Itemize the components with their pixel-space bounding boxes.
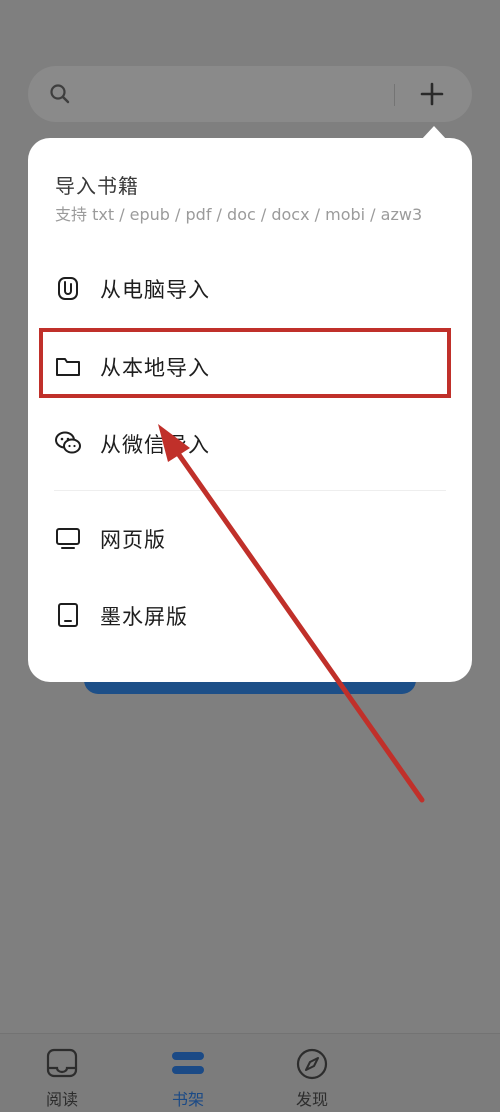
reader-icon [46,1048,78,1078]
nav-item-label: 阅读 [45,1090,78,1109]
monitor-icon [56,528,80,549]
import-popup-menu: 导入书籍 支持 txt / epub / pdf / doc / docx / … [28,138,472,682]
nav-item-discover[interactable]: 发现 [262,1034,362,1112]
tablet-icon [58,603,78,627]
popup-title: 导入书籍 [55,174,139,198]
bottom-navigation: 阅读 书架 发现 [0,1033,500,1112]
nav-item-bookshelf[interactable]: 书架 [138,1034,238,1112]
compass-icon [296,1048,328,1080]
menu-item-label: 墨水屏版 [100,605,188,629]
menu-item-label: 网页版 [100,528,166,552]
search-divider [394,84,395,106]
menu-item-import-from-computer[interactable]: 从电脑导入 [28,258,472,318]
plus-icon[interactable] [417,79,447,109]
menu-item-web-version[interactable]: 网页版 [28,508,472,568]
popup-subtitle: 支持 txt / epub / pdf / doc / docx / mobi … [55,205,423,224]
menu-divider [54,490,446,491]
bookshelf-icon [172,1052,204,1074]
menu-item-import-from-wechat[interactable]: 从微信导入 [28,413,472,473]
nav-item-read[interactable]: 阅读 [12,1034,112,1112]
menu-item-label: 从微信导入 [100,433,210,457]
menu-item-eink-version[interactable]: 墨水屏版 [28,585,472,645]
nav-item-label: 发现 [295,1090,328,1109]
wechat-icon [55,431,81,454]
paperclip-icon [58,277,78,300]
nav-item-label: 书架 [171,1090,204,1109]
menu-item-label: 从电脑导入 [100,278,210,302]
search-bar[interactable] [28,66,472,122]
search-icon [50,84,70,104]
annotation-highlight-box [39,328,451,398]
